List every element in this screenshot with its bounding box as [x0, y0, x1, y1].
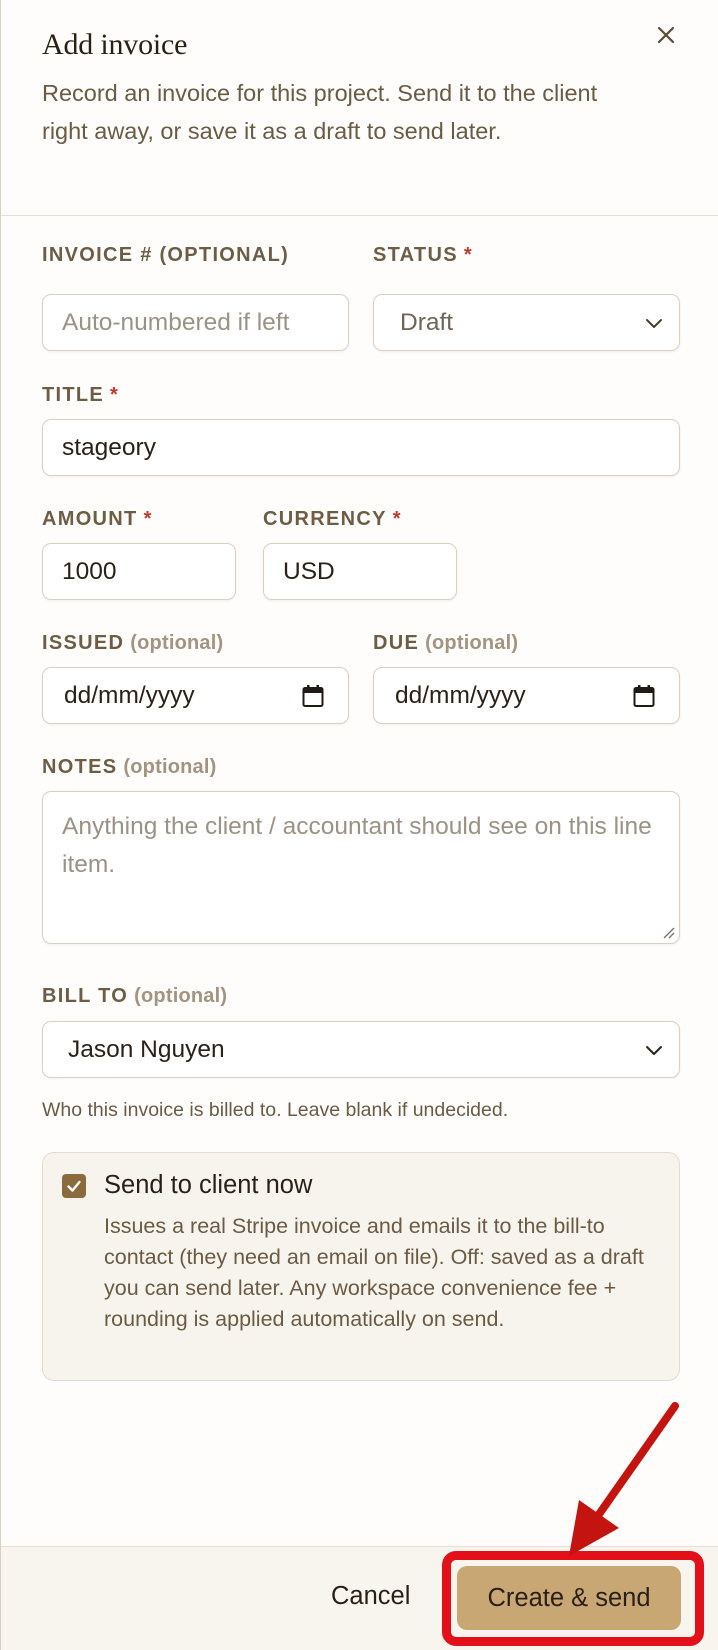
invoice-number-input[interactable]: Auto-numbered if left	[42, 294, 349, 351]
bill-to-select[interactable]: Jason Nguyen	[42, 1021, 680, 1078]
calendar-icon[interactable]	[633, 684, 655, 708]
annotation-arrow-icon	[569, 1402, 679, 1556]
issued-date-placeholder: dd/mm/yyyy	[64, 681, 195, 709]
calendar-icon[interactable]	[302, 684, 324, 708]
bill-to-hint: Who this invoice is billed to. Leave bla…	[42, 1099, 509, 1121]
issued-date-input[interactable]: dd/mm/yyyy	[42, 667, 349, 724]
amount-input-value: 1000	[62, 557, 117, 585]
dialog-title: Add invoice	[42, 28, 188, 61]
annotation-highlight-box	[442, 1551, 704, 1646]
bill-to-label: BILL TO (optional)	[42, 985, 228, 1007]
title-label: TITLE *	[42, 384, 120, 406]
title-input-value: stageory	[62, 433, 156, 461]
notes-placeholder: Anything the client / accountant should …	[62, 813, 652, 878]
currency-label: CURRENCY *	[263, 508, 402, 530]
close-button[interactable]	[653, 22, 679, 48]
notes-label: NOTES (optional)	[42, 756, 217, 778]
send-now-description: Issues a real Stripe invoice and emails …	[104, 1214, 644, 1331]
issued-label: ISSUED (optional)	[42, 632, 224, 654]
status-select-value: Draft	[400, 308, 454, 336]
currency-input[interactable]: USD	[263, 543, 457, 600]
dialog-header: Add invoice Record an invoice for this p…	[1, 0, 718, 216]
resize-handle-icon[interactable]	[661, 925, 675, 939]
send-now-label[interactable]: Send to client now	[104, 1171, 312, 1200]
title-input[interactable]: stageory	[42, 419, 680, 476]
notes-textarea[interactable]: Anything the client / accountant should …	[42, 791, 680, 944]
chevron-down-icon	[646, 1045, 662, 1055]
send-now-checkbox[interactable]	[62, 1174, 86, 1198]
bill-to-select-value: Jason Nguyen	[68, 1035, 225, 1063]
cancel-button[interactable]: Cancel	[331, 1582, 410, 1611]
amount-label: AMOUNT *	[42, 508, 153, 530]
invoice-number-label: INVOICE # (OPTIONAL)	[42, 244, 290, 266]
status-select[interactable]: Draft	[373, 294, 680, 351]
close-icon	[657, 26, 675, 44]
check-icon	[67, 1180, 81, 1192]
currency-input-value: USD	[283, 557, 335, 585]
due-label: DUE (optional)	[373, 632, 519, 654]
amount-input[interactable]: 1000	[42, 543, 236, 600]
due-date-placeholder: dd/mm/yyyy	[395, 681, 526, 709]
add-invoice-panel: Add invoice Record an invoice for this p…	[0, 0, 718, 1650]
invoice-number-placeholder: Auto-numbered if left	[62, 308, 290, 336]
dialog-description: Record an invoice for this project. Send…	[42, 80, 598, 144]
status-label: STATUS *	[373, 244, 473, 266]
chevron-down-icon	[646, 318, 662, 328]
due-date-input[interactable]: dd/mm/yyyy	[373, 667, 680, 724]
send-now-panel: Send to client now Issues a real Stripe …	[42, 1152, 680, 1381]
